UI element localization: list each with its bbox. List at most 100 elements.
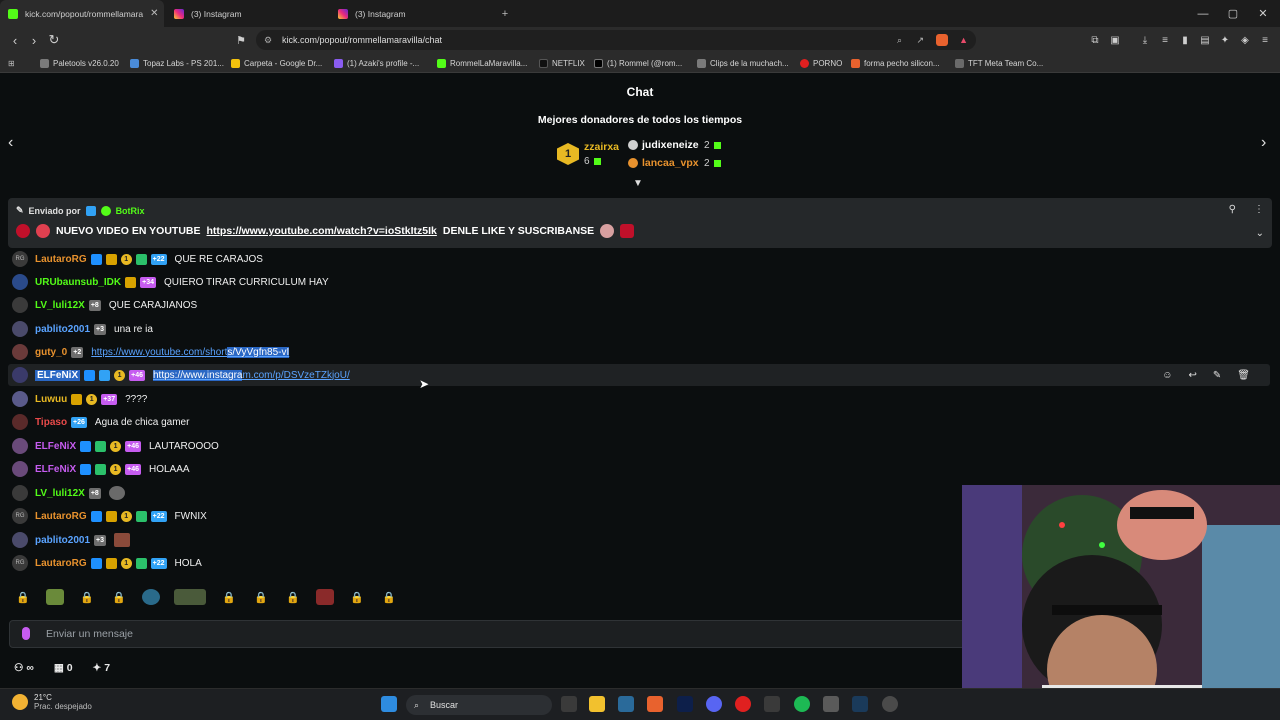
new-tab-icon[interactable]: + xyxy=(490,0,520,27)
app-icon[interactable] xyxy=(764,696,780,712)
menu-icon[interactable]: ≡ xyxy=(1256,31,1274,49)
collapse-icon[interactable]: ▼ xyxy=(633,178,643,189)
close-tab-icon[interactable]: ✕ xyxy=(150,8,158,19)
username[interactable]: LautaroRG xyxy=(35,558,87,569)
windows-start-icon[interactable] xyxy=(381,696,397,712)
brave-rewards-icon[interactable]: ▲ xyxy=(959,35,968,45)
shop-counter[interactable]: ▦ 0 xyxy=(54,662,73,674)
reply-icon[interactable]: ↩ xyxy=(1189,370,1197,381)
app-icon[interactable] xyxy=(823,696,839,712)
lock-icon[interactable]: 🔒 xyxy=(14,589,32,605)
lock-icon[interactable]: 🔒 xyxy=(284,589,302,605)
chat-message[interactable]: pablito2001 +3 una re ia xyxy=(8,318,1270,340)
chat-message-input[interactable]: Enviar un mensaje xyxy=(9,620,969,648)
screenshot-icon[interactable]: ▣ xyxy=(1106,31,1124,49)
bookmark-item[interactable]: Topaz Labs - PS 201... xyxy=(130,53,224,73)
file-explorer-icon[interactable] xyxy=(589,696,605,712)
minimize-icon[interactable]: — xyxy=(1188,0,1218,27)
opera-gx-icon[interactable] xyxy=(735,696,751,712)
history-icon[interactable]: ≡ xyxy=(1156,31,1174,49)
wallet-icon[interactable]: ▤ xyxy=(1196,31,1214,49)
emote-icon[interactable] xyxy=(46,589,64,605)
chat-message[interactable]: URUbaunsub_IDK +34 QUIERO TIRAR CURRICUL… xyxy=(8,271,1270,293)
avatar[interactable] xyxy=(12,297,28,313)
username[interactable]: guty_0 xyxy=(35,347,67,358)
task-view-icon[interactable] xyxy=(561,696,577,712)
address-bar[interactable]: ⚙ kick.com/popout/rommellamaravilla/chat… xyxy=(256,30,976,50)
username[interactable]: URUbaunsub_IDK xyxy=(35,277,121,288)
username[interactable]: Tipaso xyxy=(35,417,67,428)
avatar[interactable] xyxy=(12,485,28,501)
avatar[interactable] xyxy=(12,367,28,383)
chat-message[interactable]: guty_0 +2 https://www.youtube.com/shorts… xyxy=(8,341,1270,363)
bookmark-icon[interactable]: ⚑ xyxy=(232,31,250,49)
lock-icon[interactable]: 🔒 xyxy=(220,589,238,605)
pin-message-icon[interactable]: ✎ xyxy=(1213,370,1221,381)
donor-name[interactable]: judixeneize xyxy=(642,139,699,151)
avatar[interactable]: RG xyxy=(12,555,28,571)
donor-name[interactable]: zzairxa xyxy=(584,141,619,153)
emote-icon[interactable] xyxy=(316,589,334,605)
avatar[interactable] xyxy=(12,344,28,360)
username[interactable]: ELFeNiX xyxy=(35,369,81,381)
tab-kick-chat[interactable]: kick.com/popout/rommellamara ✕ xyxy=(0,0,164,27)
emote-icon[interactable] xyxy=(142,589,160,605)
username[interactable]: ELFeNiX xyxy=(35,464,76,475)
chevron-right-icon[interactable]: › xyxy=(1261,134,1266,152)
weather-widget[interactable]: 21°C Prac. despejado xyxy=(12,693,92,711)
leo-icon[interactable]: ✦ xyxy=(1216,31,1234,49)
avatar[interactable]: RG xyxy=(12,251,28,267)
bookmark-item[interactable]: Carpeta - Google Dr... xyxy=(231,53,322,73)
site-settings-icon[interactable]: ⚙ xyxy=(264,35,272,46)
emoji-react-icon[interactable]: ☺ xyxy=(1162,370,1172,381)
steam-icon[interactable] xyxy=(852,696,868,712)
bookmark-item[interactable]: NETFLIX xyxy=(539,53,585,73)
settings-icon[interactable] xyxy=(882,696,898,712)
bookmark-item[interactable]: (1) Azaki's profile -... xyxy=(334,53,419,73)
sidebar-icon[interactable]: ▮ xyxy=(1176,31,1194,49)
back-icon[interactable]: ‹ xyxy=(6,31,24,49)
chat-message[interactable]: LV_luli12X +8 QUE CARAJIANOS xyxy=(8,294,1270,316)
bookmark-item[interactable]: Clips de la muchach... xyxy=(697,53,789,73)
bookmark-item[interactable]: TFT Meta Team Co... xyxy=(955,53,1043,73)
avatar[interactable] xyxy=(12,274,28,290)
discord-icon[interactable] xyxy=(706,696,722,712)
username[interactable]: pablito2001 xyxy=(35,324,90,335)
microphone-icon[interactable] xyxy=(22,627,30,640)
username[interactable]: LautaroRG xyxy=(35,254,87,265)
bookmark-item[interactable]: forma pecho silicon... xyxy=(851,53,940,73)
avatar[interactable] xyxy=(12,391,28,407)
username[interactable]: LautaroRG xyxy=(35,511,87,522)
chat-message-hovered[interactable]: ELFeNiX 1 +46 https://www.instagram.com/… xyxy=(8,364,1270,386)
restore-icon[interactable]: ▢ xyxy=(1218,0,1248,27)
lock-icon[interactable]: 🔒 xyxy=(110,589,128,605)
lock-icon[interactable]: 🔒 xyxy=(380,589,398,605)
lock-icon[interactable]: 🔒 xyxy=(348,589,366,605)
username[interactable]: LV_luli12X xyxy=(35,300,85,311)
brave-icon[interactable] xyxy=(647,696,663,712)
extensions-icon[interactable]: ⧉ xyxy=(1086,31,1104,49)
avatar[interactable]: RG xyxy=(12,508,28,524)
chevron-down-icon[interactable]: ⌄ xyxy=(1256,228,1264,239)
steam-icon[interactable] xyxy=(618,696,634,712)
download-icon[interactable]: ⤓ xyxy=(1136,31,1154,49)
username[interactable]: LV_luli12X xyxy=(35,488,85,499)
zoom-icon[interactable]: ⌕ xyxy=(897,35,902,46)
photoshop-icon[interactable] xyxy=(677,696,693,712)
emote-icon[interactable] xyxy=(174,589,206,605)
forward-icon[interactable]: › xyxy=(25,31,43,49)
tab-instagram-1[interactable]: (3) Instagram xyxy=(166,0,330,27)
avatar[interactable] xyxy=(12,532,28,548)
avatar[interactable] xyxy=(12,461,28,477)
points-counter[interactable]: ✦ 7 xyxy=(93,662,111,674)
chat-message[interactable]: Luwuu 1 +37 ???? xyxy=(8,388,1270,410)
pinned-link[interactable]: https://www.youtube.com/watch?v=ioStkItz… xyxy=(207,225,437,237)
chat-message[interactable]: ELFeNiX 1 +46 LAUTAROOOO xyxy=(8,435,1270,457)
lock-icon[interactable]: 🔒 xyxy=(252,589,270,605)
username[interactable]: pablito2001 xyxy=(35,535,90,546)
share-icon[interactable]: ↗ xyxy=(916,35,924,46)
username[interactable]: ELFeNiX xyxy=(35,441,76,452)
delete-icon[interactable]: 🗑 xyxy=(1237,370,1250,381)
bookmark-item[interactable]: (1) Rommel (@rom... xyxy=(594,53,682,73)
taskbar-search[interactable]: ⌕ Buscar xyxy=(406,695,552,715)
